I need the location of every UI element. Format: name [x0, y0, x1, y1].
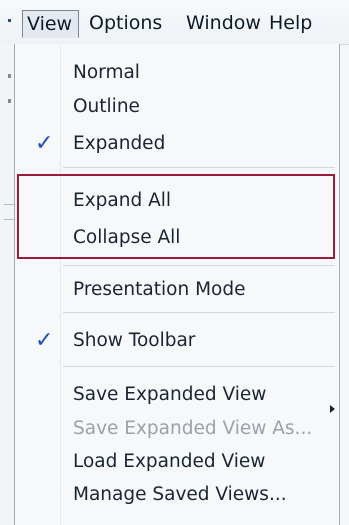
menu-item-show-toolbar[interactable]: Show Toolbar	[73, 329, 195, 353]
checkmark-icon: ✓	[35, 131, 54, 156]
menu-item-expand-all[interactable]: Expand All	[73, 189, 171, 213]
menu-item-presentation-mode[interactable]: Presentation Mode	[73, 278, 245, 302]
menu-separator	[63, 265, 335, 266]
background-line	[4, 204, 14, 205]
menubar-view[interactable]: View	[22, 10, 79, 38]
menu-separator	[63, 167, 335, 168]
background-mark	[8, 99, 11, 103]
submenu-arrow-icon	[330, 405, 335, 413]
menu-item-collapse-all[interactable]: Collapse All	[73, 226, 180, 250]
app-window: View Options Window Help Normal Outline …	[0, 0, 349, 525]
background-line	[4, 219, 14, 220]
menu-item-outline[interactable]: Outline	[73, 95, 140, 119]
menu-item-save-expanded-view[interactable]: Save Expanded View	[73, 383, 266, 407]
menu-separator	[63, 366, 335, 367]
menubar-options[interactable]: Options	[85, 10, 166, 38]
view-menu-dropdown: Normal Outline ✓ Expanded Expand All Col…	[14, 44, 340, 525]
menu-item-manage-saved-views[interactable]: Manage Saved Views...	[73, 483, 287, 507]
background-mark	[8, 74, 11, 78]
menu-bar: View Options Window Help	[0, 0, 349, 45]
menubar-window[interactable]: Window	[182, 10, 265, 38]
checkmark-icon: ✓	[35, 328, 54, 353]
background-window-edge	[0, 44, 14, 525]
menu-item-expanded[interactable]: Expanded	[73, 132, 165, 156]
menu-item-save-expanded-view-as: Save Expanded View As...	[73, 418, 313, 439]
menu-item-load-expanded-view[interactable]: Load Expanded View	[73, 450, 265, 474]
menu-separator	[63, 312, 335, 313]
menubar-help[interactable]: Help	[265, 10, 316, 38]
icon-gutter-divider	[60, 44, 61, 525]
menu-item-normal[interactable]: Normal	[73, 61, 140, 85]
menubar-edge-mark	[8, 19, 11, 22]
